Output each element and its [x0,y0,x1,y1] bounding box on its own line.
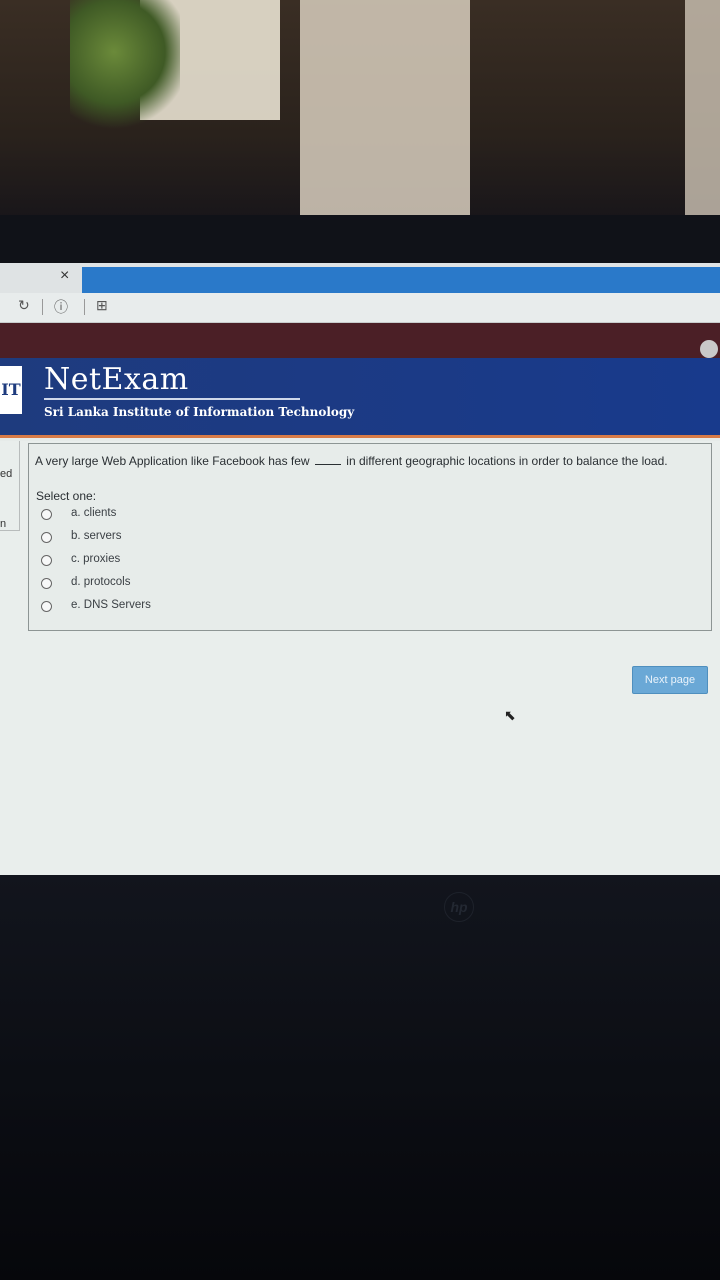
toolbar-divider [42,299,43,315]
plant-foliage [70,0,180,130]
institute-logo: IT [0,366,22,414]
option-label[interactable]: a. clients [71,507,116,519]
window-pane [685,0,720,225]
laptop-screen: × ↻ ⓘ ⊞ IT NetExam Sri Lanka Institute o… [0,263,720,875]
radio-button[interactable] [41,578,52,589]
question-text-start: A very large Web Application like Facebo… [35,454,310,468]
brand-title: NetExam [44,362,189,397]
window-pane [300,0,470,215]
option-label[interactable]: e. DNS Servers [71,599,151,611]
institute-name: Sri Lanka Institute of Information Techn… [44,405,355,419]
info-icon[interactable]: ⓘ [54,297,68,317]
answer-blank [314,464,341,465]
reload-icon[interactable]: ↻ [18,297,30,314]
question-text-end: in different geographic locations in ord… [346,454,668,468]
laptop-bezel-top [0,215,720,265]
option-label[interactable]: c. proxies [71,553,120,565]
brand-underline [44,398,300,400]
site-header: IT NetExam Sri Lanka Institute of Inform… [0,358,720,438]
mouse-pointer-icon: ⬉ [504,707,516,723]
question-text: A very large Web Application like Facebo… [35,454,668,468]
close-tab-icon[interactable]: × [60,267,69,285]
question-box: A very large Web Application like Facebo… [28,443,712,631]
select-one-label: Select one: [36,489,97,503]
radio-button[interactable] [41,555,52,566]
user-avatar[interactable] [700,340,718,358]
toolbar-divider [84,299,85,315]
page-action-icon[interactable]: ⊞ [96,297,108,314]
quiz-content: ed n A very large Web Application like F… [0,441,720,875]
side-panel-text: n [0,518,7,530]
side-panel-text: ed [0,468,13,480]
radio-button[interactable] [41,509,52,520]
option-label[interactable]: d. protocols [71,576,130,588]
background-window-photo [0,0,720,225]
option-label[interactable]: b. servers [71,530,122,542]
site-top-bar [0,323,720,358]
next-page-button[interactable]: Next page [632,666,708,694]
radio-button[interactable] [41,532,52,543]
radio-button[interactable] [41,601,52,612]
browser-toolbar: ↻ ⓘ ⊞ [0,293,720,323]
hp-logo: hp [444,892,474,922]
laptop-bezel-bottom [0,875,720,1280]
